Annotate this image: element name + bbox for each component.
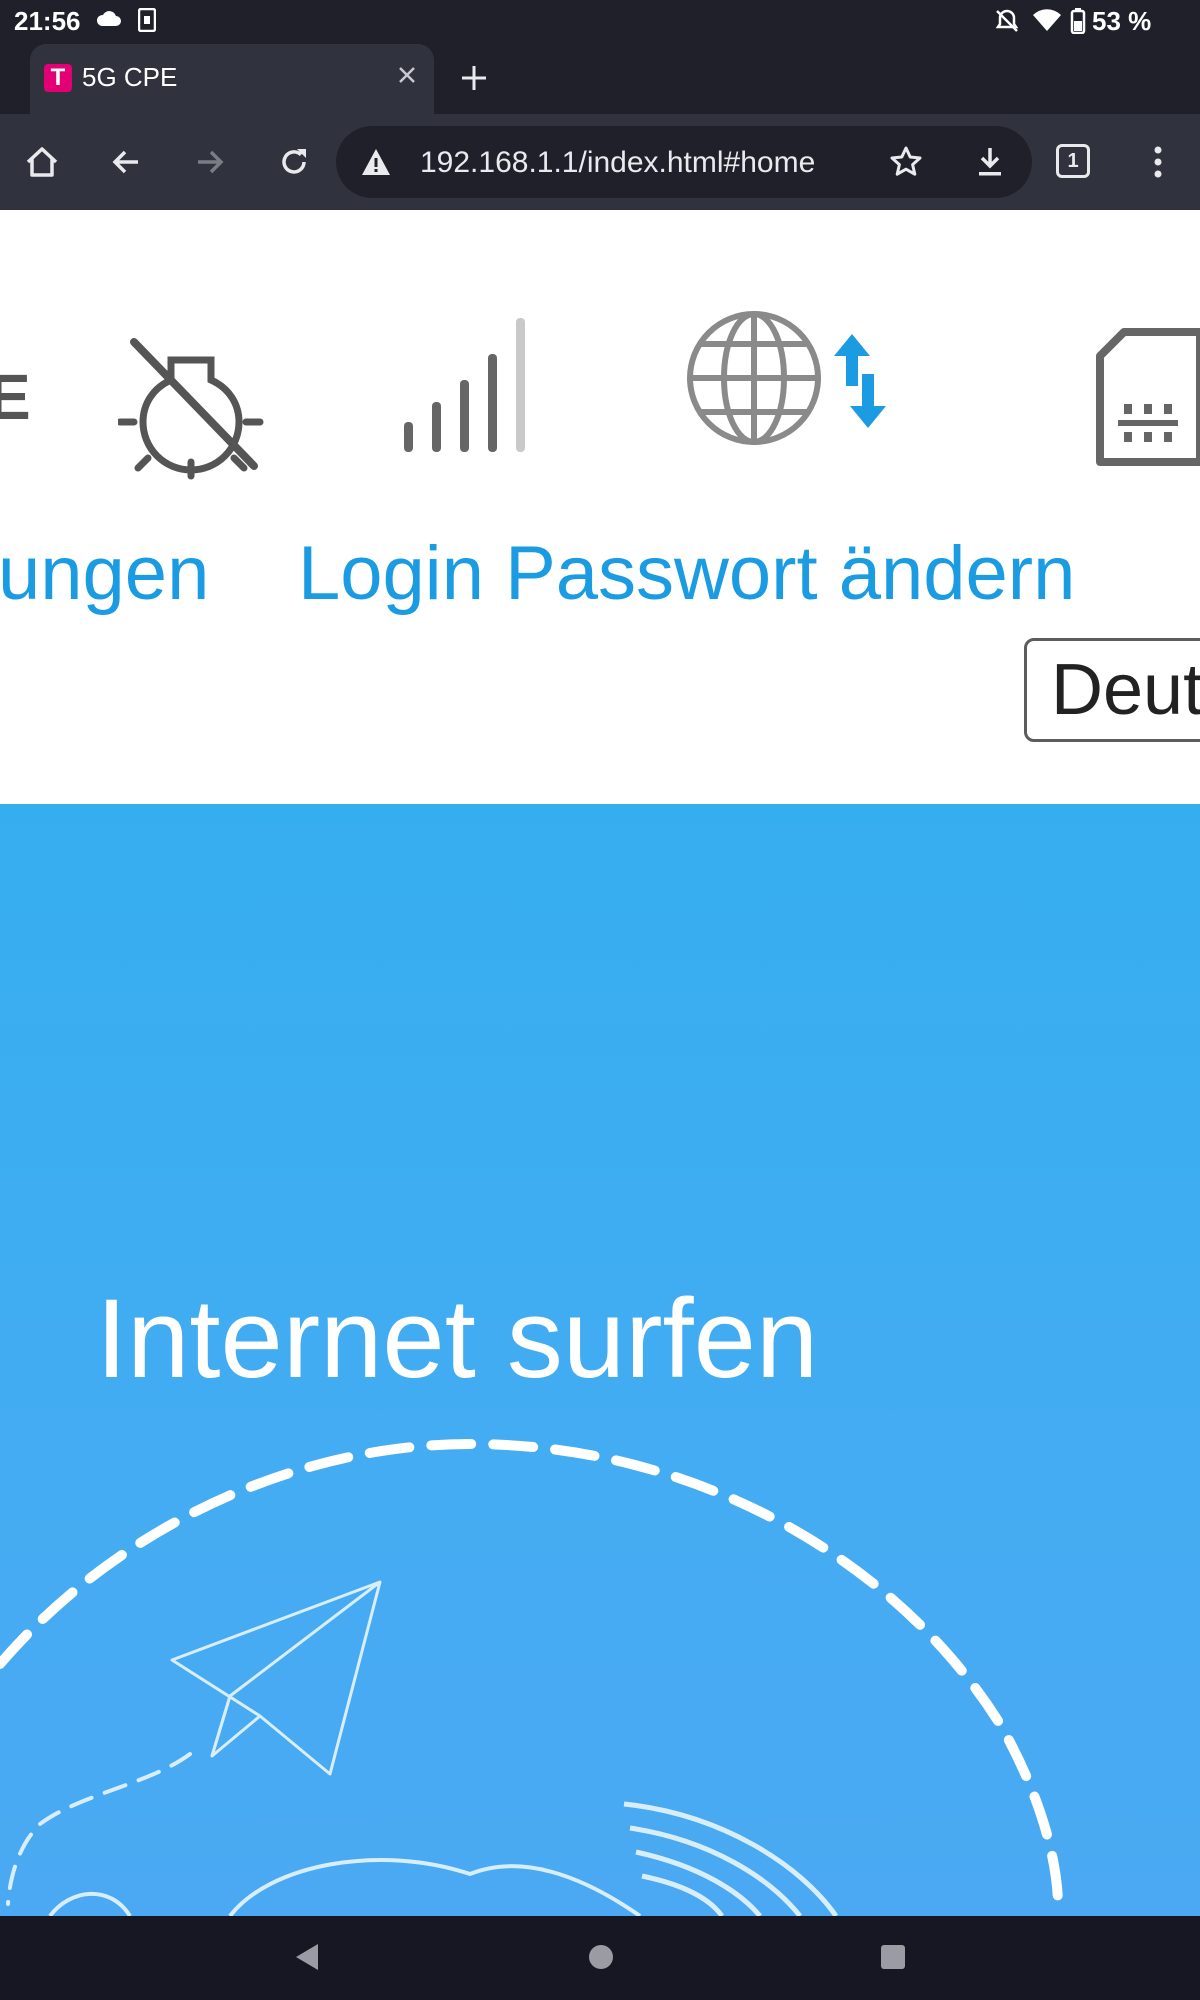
download-icon[interactable]	[970, 142, 1010, 182]
address-bar[interactable]: 192.168.1.1/index.html#home	[336, 126, 1032, 198]
page-content: E ungen Login Passwort ändern Deu Intern…	[0, 210, 1200, 1916]
new-tab-icon[interactable]	[456, 60, 492, 96]
close-tab-icon[interactable]	[392, 60, 422, 90]
router-header: E ungen Login Passwort ändern Deu	[0, 210, 1200, 804]
sim-icon	[137, 7, 157, 37]
lamp-off-icon[interactable]	[116, 330, 264, 485]
hero-banner: Internet surfen	[0, 804, 1200, 1916]
menu-dots-icon[interactable]	[1140, 142, 1180, 182]
hero-title: Internet surfen	[96, 1276, 819, 1401]
brand-logo-text: E	[0, 361, 31, 433]
tab-switcher-button[interactable]: 1	[1056, 144, 1090, 178]
nav-recents-icon[interactable]	[876, 1940, 910, 1979]
home-icon[interactable]	[22, 142, 62, 182]
reload-icon[interactable]	[274, 142, 314, 182]
telekom-favicon-icon: T	[44, 64, 72, 92]
forward-icon[interactable]	[190, 142, 230, 182]
wifi-icon	[1032, 8, 1062, 37]
cloud-icon	[96, 8, 122, 33]
signal-strength-icon	[396, 308, 544, 463]
nav-back-icon[interactable]	[290, 1940, 324, 1979]
mute-icon	[994, 8, 1020, 39]
tab-strip: T 5G CPE	[0, 44, 1200, 114]
status-time: 21:56	[14, 6, 81, 36]
language-select[interactable]: Deutsch	[1024, 638, 1200, 742]
nav-link-einstellungen[interactable]: ungen	[0, 530, 209, 617]
back-icon[interactable]	[106, 142, 146, 182]
nav-home-icon[interactable]	[584, 1940, 618, 1979]
bookmark-star-icon[interactable]	[886, 142, 926, 182]
status-bar: 21:56 53 %	[0, 0, 1200, 44]
sim-card-icon[interactable]	[1094, 328, 1200, 473]
browser-toolbar: 192.168.1.1/index.html#home 1	[0, 114, 1200, 210]
tab-title: 5G CPE	[82, 62, 178, 92]
nav-link-change-password[interactable]: Login Passwort ändern	[298, 530, 1075, 617]
globe-data-icon	[686, 310, 922, 459]
browser-tab[interactable]: T 5G CPE	[30, 44, 434, 114]
battery-percentage: 53 %	[1092, 6, 1152, 36]
url-text[interactable]: 192.168.1.1/index.html#home	[420, 146, 815, 180]
not-secure-warning-icon[interactable]	[360, 146, 392, 178]
battery-icon	[1070, 8, 1086, 39]
system-nav-bar	[0, 1916, 1200, 2000]
